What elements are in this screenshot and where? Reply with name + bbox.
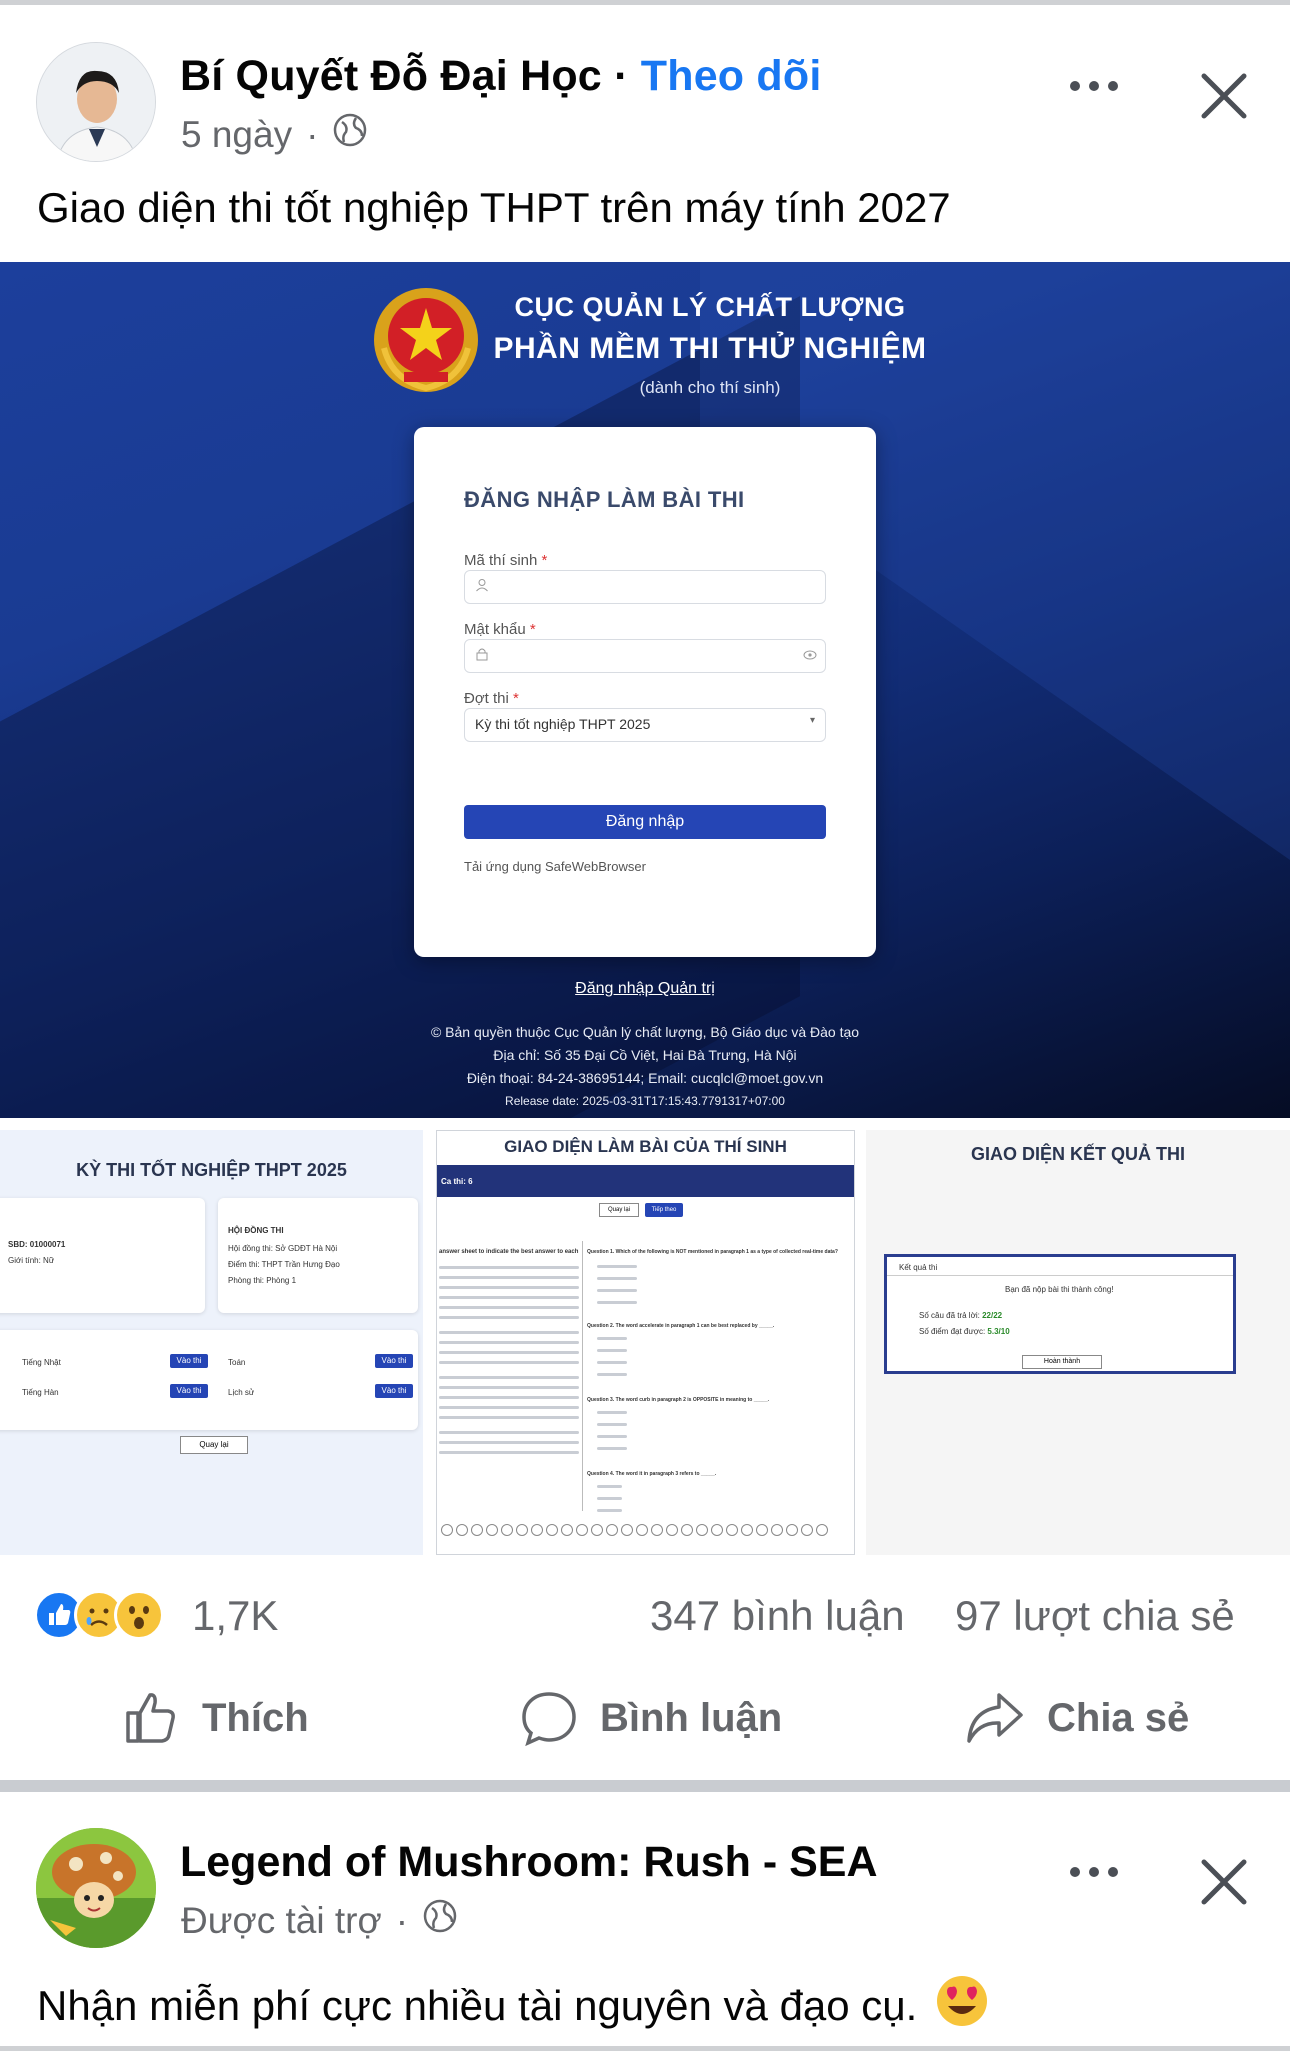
password-input[interactable] <box>464 639 826 673</box>
post-meta: 5 ngày · <box>181 112 368 157</box>
post-header: Bí Quyết Đỗ Đại Học · Theo dõi 5 ngày · <box>0 30 1290 170</box>
post-actions: Thích Bình luận Chia sẻ <box>0 1675 1290 1765</box>
ad-post-header: Legend of Mushroom: Rush - SEA Được tài … <box>0 1820 1290 1960</box>
back-button[interactable]: Quay lại <box>599 1203 639 1217</box>
login-title: ĐĂNG NHẬP LÀM BÀI THI <box>464 487 745 512</box>
candidate-label: Mã thí sinh * <box>464 552 548 569</box>
footer-address: Địa chỉ: Số 35 Đại Cồ Việt, Hai Bà Trưng… <box>493 1047 797 1063</box>
close-icon[interactable] <box>1196 68 1252 124</box>
comment-bubble-icon <box>522 1692 576 1747</box>
bottom-divider <box>0 2046 1290 2051</box>
advertiser-name[interactable]: Legend of Mushroom: Rush - SEA <box>180 1838 878 1887</box>
comment-count[interactable]: 347 bình luận <box>650 1592 905 1640</box>
enter-exam-button[interactable]: Vào thi <box>375 1384 413 1398</box>
exam-top-bar: Ca thi: 6 <box>437 1165 854 1197</box>
like-button[interactable]: Thích <box>122 1689 309 1747</box>
share-button[interactable]: Chia sẻ <box>965 1689 1189 1747</box>
thumbs-up-icon <box>126 1693 175 1743</box>
footer-copyright: © Bản quyền thuộc Cục Quản lý chất lượng… <box>430 1024 860 1040</box>
back-button[interactable]: Quay lại <box>180 1436 248 1454</box>
feed-separator <box>0 1780 1290 1792</box>
follow-button[interactable]: Theo dõi <box>641 52 822 100</box>
wow-reaction-icon <box>114 1590 164 1640</box>
enter-exam-button[interactable]: Vào thi <box>170 1354 208 1368</box>
post-text: Giao diện thi tốt nghiệp THPT trên máy t… <box>37 184 951 231</box>
comment-button[interactable]: Bình luận <box>520 1689 782 1747</box>
share-count[interactable]: 97 lượt chia sẻ <box>955 1592 1235 1640</box>
login-button[interactable]: Đăng nhập <box>464 805 826 839</box>
post-main-image[interactable]: CỤC QUẢN LÝ CHẤT LƯỢNG PHẦN MỀM THI THỬ … <box>0 262 1290 1118</box>
candidate-id-input[interactable] <box>464 570 826 604</box>
reaction-count[interactable]: 1,7K <box>192 1592 278 1640</box>
council-card: HỘI ĐỒNG THI Hội đồng thi: Sở GDĐT Hà Nộ… <box>218 1198 418 1313</box>
advertiser-avatar[interactable] <box>36 1828 156 1948</box>
admin-login-link[interactable]: Đăng nhập Quản trị <box>0 980 1290 998</box>
globe-icon <box>332 112 368 157</box>
password-label: Mật khẩu * <box>464 621 536 638</box>
meta-dot: · <box>395 1899 409 1941</box>
question-navigator[interactable] <box>441 1524 828 1536</box>
user-icon <box>476 579 488 592</box>
login-panel: ĐĂNG NHẬP LÀM BÀI THI Mã thí sinh * Mật … <box>414 427 876 957</box>
thumb1-title: KỲ THI TỐT NGHIỆP THPT 2025 <box>76 1160 347 1180</box>
author-avatar[interactable] <box>36 42 156 162</box>
eye-icon <box>803 650 817 660</box>
thumbnail-exam-taking[interactable]: GIAO DIỆN LÀM BÀI CỦA THÍ SINH Ca thi: 6… <box>436 1130 855 1555</box>
next-button[interactable]: Tiếp theo <box>645 1203 683 1217</box>
subject-list: Tiếng Nhật Vào thi Toán Vào thi Tiếng Hà… <box>0 1330 418 1430</box>
footer-contact: Điện thoại: 84-24-38695144; Email: cucql… <box>466 1070 824 1086</box>
download-app-link[interactable]: Tải ứng dụng SafeWebBrowser <box>464 859 646 874</box>
org-line-3: (dành cho thí sinh) <box>639 378 781 397</box>
post-author-line: Bí Quyết Đỗ Đại Học · Theo dõi <box>180 52 822 101</box>
chevron-down-icon: ▾ <box>809 715 815 726</box>
ad-text: Nhận miễn phí cực nhiều tài nguyên và đạ… <box>37 1974 989 2038</box>
thumbnail-exam-info[interactable]: KỲ THI TỐT NGHIỆP THPT 2025 SBD: 0100007… <box>0 1130 423 1555</box>
post-time[interactable]: 5 ngày <box>181 114 292 156</box>
share-arrow-icon <box>967 1693 1023 1743</box>
exam-select[interactable]: Kỳ thi tốt nghiệp THPT 2025 ▾ <box>464 708 826 742</box>
org-line-1: CỤC QUẢN LÝ CHẤT LƯỢNG <box>514 292 906 322</box>
org-line-2: PHẦN MỀM THI THỬ NGHIỆM <box>493 332 927 365</box>
thumbnail-exam-result[interactable]: GIAO DIỆN KẾT QUẢ THI Kết quả thi Bạn đã… <box>866 1130 1290 1555</box>
ad-meta: Được tài trợ · <box>181 1898 458 1943</box>
result-box: Kết quả thi Bạn đã nộp bài thi thành côn… <box>884 1254 1236 1374</box>
candidate-card: SBD: 01000071 Giới tính: Nữ <box>0 1198 205 1313</box>
enter-exam-button[interactable]: Vào thi <box>375 1354 413 1368</box>
thumb3-title: GIAO DIỆN KẾT QUẢ THI <box>970 1144 1185 1164</box>
more-options-icon[interactable] <box>1064 1854 1124 1890</box>
finish-button[interactable]: Hoàn thành <box>1022 1355 1102 1369</box>
post-author-name[interactable]: Bí Quyết Đỗ Đại Học <box>180 52 602 100</box>
reaction-icons[interactable] <box>34 1590 164 1642</box>
sponsored-label[interactable]: Được tài trợ <box>181 1900 382 1942</box>
thumb2-title: GIAO DIỆN LÀM BÀI CỦA THÍ SINH <box>437 1137 854 1157</box>
name-separator: · <box>614 52 629 100</box>
top-divider <box>0 0 1290 5</box>
exam-label: Đợt thi * <box>464 690 519 707</box>
enter-exam-button[interactable]: Vào thi <box>170 1384 208 1398</box>
post-stats: 1,7K 347 bình luận 97 lượt chia sẻ <box>0 1580 1290 1650</box>
close-icon[interactable] <box>1196 1854 1252 1910</box>
lock-icon <box>476 648 488 661</box>
meta-dot: · <box>306 113 319 155</box>
footer-release: Release date: 2025-03-31T17:15:43.779131… <box>505 1094 785 1108</box>
more-options-icon[interactable] <box>1064 68 1124 104</box>
heart-eyes-emoji-icon <box>935 1974 989 2038</box>
globe-icon <box>422 1898 458 1943</box>
